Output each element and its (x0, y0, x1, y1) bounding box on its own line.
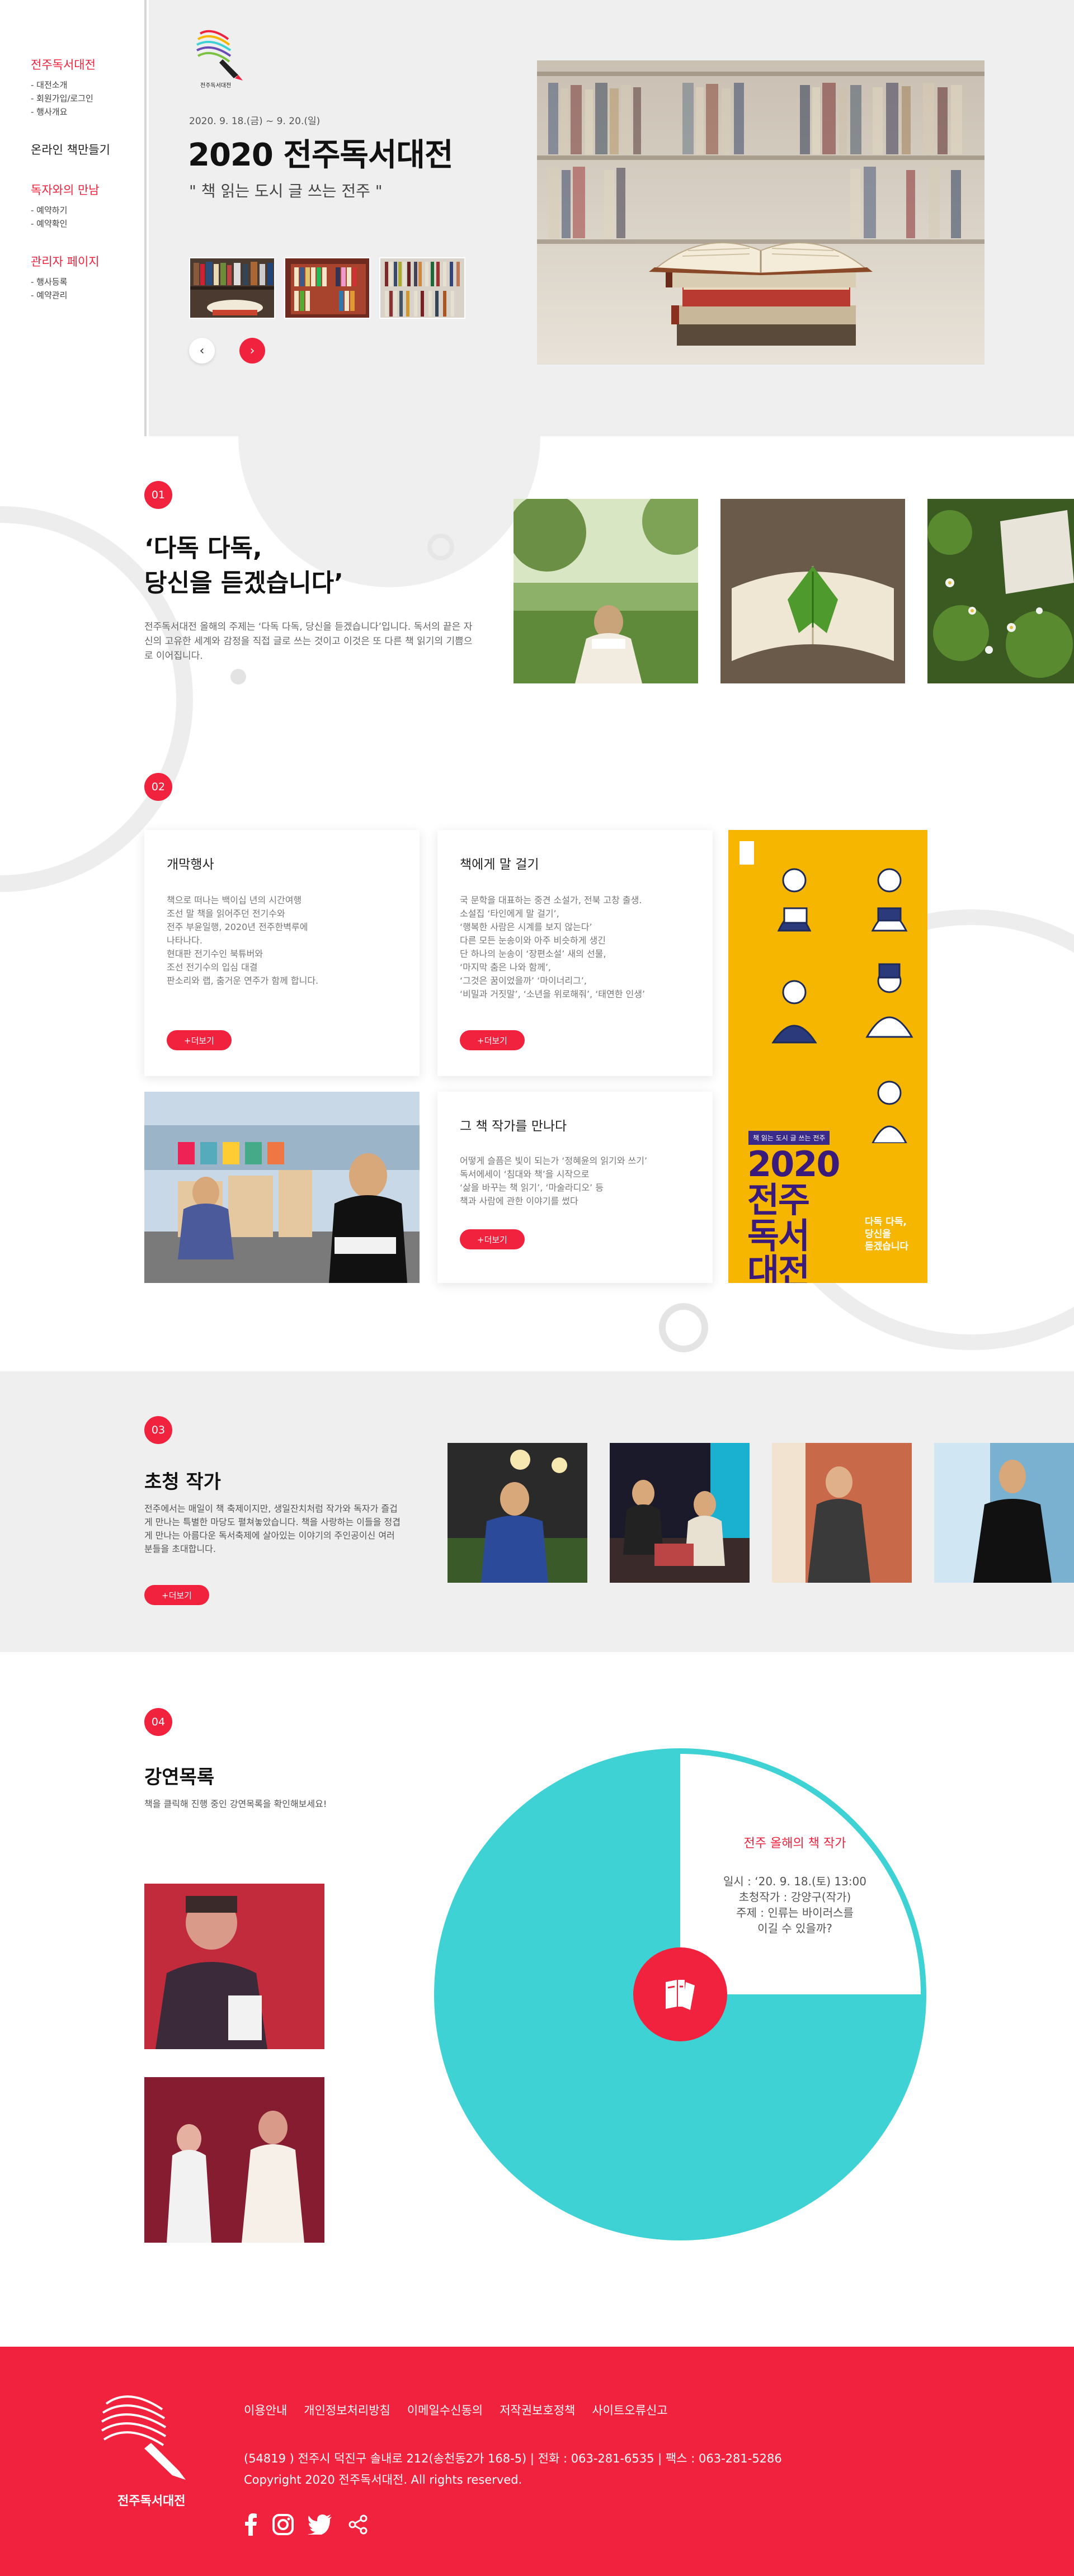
footer-link-guide[interactable]: 이용안내 (244, 2402, 287, 2418)
footer-links: 이용안내 개인정보처리방침 이메일수신동의 저작권보호정책 사이트오류신고 (244, 2402, 668, 2418)
footer: 전주독서대전 이용안내 개인정보처리방침 이메일수신동의 저작권보호정책 사이트… (0, 2347, 1074, 2576)
hero-books-image (537, 60, 984, 365)
hero-thumbnail-3[interactable] (379, 257, 465, 319)
sidebar-item-festival[interactable]: 전주독서대전 (31, 56, 96, 73)
festival-poster[interactable]: 책 읽는 도시 글 쓰는 전주 2020 전주 독서 대전 다독 다독, 당신을… (728, 830, 927, 1283)
wheel-line1: 일시 : ‘20. 9. 18.(토) 13:00 (723, 1875, 867, 1888)
footer-address: (54819 ) 전주시 덕진구 솔내로 212(송천동2가 168-5) | … (244, 2452, 782, 2465)
reading-kids-photo (144, 1092, 420, 1283)
reading-people-illustration (739, 841, 913, 1143)
section-description: 책을 클릭해 진행 중인 강연목록을 확인해보세요! (144, 1799, 327, 1809)
section-title: 초청 작가 (144, 1471, 221, 1493)
shelf-thumb-image (380, 258, 464, 318)
sidebar-item-admin[interactable]: 관리자 페이지 (31, 253, 100, 270)
wheel-line4: 이길 수 있을까? (757, 1922, 832, 1935)
logo-text: 전주독서대전 (200, 82, 231, 89)
footer-link-privacy[interactable]: 개인정보처리방침 (304, 2402, 390, 2418)
theme-description: 전주독서대전 올해의 주제는 ‘다독 다독, 당신을 듣겠습니다’입니다. 독서… (144, 621, 473, 662)
hero-section: 전주독서대전 2020. 9. 18.(금) ~ 9. 20.(일) 2020 … (149, 0, 1074, 436)
wheel-line2: 초청작가 : 강양구(작가) (738, 1890, 851, 1904)
sidebar-sub-event-register[interactable]: - 행사등록 (31, 275, 67, 289)
wheel-line3: 주제 : 인류는 바이러스를 (736, 1906, 854, 1919)
pencil-logo-icon: 전주독서대전 (196, 30, 243, 89)
slider-prev-button[interactable]: ‹ (189, 338, 215, 364)
books-icon[interactable] (657, 1973, 704, 2016)
card-text: 국 문학을 대표하는 중견 소설가, 전북 고창 출생. 소설집 ‘타인에게 말… (460, 895, 646, 999)
festival-slogan: " 책 읽는 도시 글 쓰는 전주 " (189, 182, 383, 200)
theme-photo-flowers-book (927, 499, 1074, 683)
slider-next-button[interactable]: › (239, 338, 265, 364)
card-title: 그 책 작가를 만나다 (460, 1119, 567, 1134)
section-number-badge: 03 (144, 1416, 172, 1444)
program-card-talk-to-book[interactable]: 책에게 말 걸기 국 문학을 대표하는 중견 소설가, 전북 고창 출생. 소설… (437, 830, 713, 1076)
chevron-right-icon: › (249, 343, 255, 358)
twitter-icon[interactable] (308, 2512, 332, 2537)
author-photo-3[interactable] (772, 1443, 912, 1583)
theme-title: ‘다독 다독, 당신을 듣겠습니다’ (144, 531, 343, 601)
hero-thumbnail-1[interactable] (189, 257, 275, 319)
page-title: 2020 전주독서대전 (188, 137, 453, 173)
more-button[interactable]: +더보기 (460, 1229, 525, 1249)
instagram-icon[interactable] (271, 2512, 295, 2537)
footer-logo[interactable]: 전주독서대전 (90, 2381, 201, 2510)
pencil-logo-icon (101, 2395, 186, 2480)
author-photo-2[interactable] (610, 1443, 750, 1583)
wheel-heading: 전주 올해의 책 작가 (743, 1837, 846, 1851)
sidebar-sub-reserve-check[interactable]: - 예약확인 (31, 217, 67, 230)
card-title: 개막행사 (167, 857, 214, 872)
poster-subtitle-2: 당신을 듣겠습니다 (865, 1229, 909, 1252)
card-title: 책에게 말 걸기 (460, 857, 539, 872)
theme-photo-book-leaf (720, 499, 905, 683)
poster-subtitle-1: 다독 다독, (865, 1216, 907, 1228)
chevron-left-icon: ‹ (199, 343, 205, 358)
section-title: 강연목록 (144, 1766, 215, 1789)
card-text: 어떻게 슬픔은 빛이 되는가 ‘정혜윤의 읽기와 쓰기’ 독서에세이 ‘침대와 … (460, 1155, 648, 1206)
footer-link-copyright-policy[interactable]: 저작권보호정책 (500, 2402, 575, 2418)
lecture-wheel[interactable]: 전주 올해의 책 작가 일시 : ‘20. 9. 18.(토) 13:00 초청… (434, 1748, 926, 2240)
card-text: 책으로 떠나는 백이십 년의 시간여행 조선 말 책을 읽어주던 전기수와 전주… (167, 895, 319, 986)
wheel-info: 전주 올해의 책 작가 일시 : ‘20. 9. 18.(토) 13:00 초청… (680, 1833, 910, 1936)
sidebar-sub-login[interactable]: - 회원가입/로그인 (31, 92, 93, 105)
section-number-badge: 01 (144, 481, 172, 509)
footer-logo-text: 전주독서대전 (117, 2494, 186, 2508)
festival-logo[interactable]: 전주독서대전 (189, 22, 247, 89)
more-button[interactable]: +더보기 (167, 1030, 232, 1050)
poster-tag: 책 읽는 도시 글 쓰는 전주 (748, 1131, 830, 1145)
footer-link-email-consent[interactable]: 이메일수신동의 (407, 2402, 483, 2418)
more-button[interactable]: +더보기 (144, 1585, 209, 1605)
sidebar-sub-intro[interactable]: - 대전소개 (31, 78, 67, 92)
lecture-photo-1[interactable] (144, 1884, 324, 2049)
festival-date: 2020. 9. 18.(금) ~ 9. 20.(일) (189, 116, 321, 127)
sidebar-sub-overview[interactable]: - 행사개요 (31, 105, 67, 119)
section-number-badge: 02 (144, 773, 172, 801)
program-card-meet-author[interactable]: 그 책 작가를 만나다 어떻게 슬픔은 빛이 되는가 ‘정혜윤의 읽기와 쓰기’… (437, 1092, 713, 1283)
author-photo-1[interactable] (447, 1443, 587, 1583)
section-number-badge: 04 (144, 1708, 172, 1736)
theme-title-line2: 당신을 듣겠습니다’ (144, 569, 343, 597)
facebook-icon[interactable] (238, 2512, 263, 2537)
poster-title: 2020 전주 독서 대전 (747, 1144, 841, 1284)
footer-link-report-error[interactable]: 사이트오류신고 (592, 2402, 667, 2418)
theme-title-line1: ‘다독 다독, (144, 534, 262, 563)
author-photo-4[interactable] (934, 1443, 1074, 1583)
sidebar-item-reader-meeting[interactable]: 독자와의 만남 (31, 181, 100, 198)
hero-thumbnail-2[interactable] (284, 257, 370, 319)
sidebar-sub-reserve-manage[interactable]: - 예약관리 (31, 289, 67, 302)
theme-photo-reading-girl (514, 499, 698, 683)
library-thumb-image (285, 258, 369, 318)
section-description: 전주에서는 매일이 책 축제이지만, 생일잔치처럼 작가와 독자가 즐겁게 만나… (144, 1503, 401, 1554)
sidebar: 전주독서대전 - 대전소개 - 회원가입/로그인 - 행사개요 온라인 책만들기… (0, 0, 147, 436)
bookshelf-thumb-image (190, 258, 274, 318)
program-card-opening[interactable]: 개막행사 책으로 떠나는 백이십 년의 시간여행 조선 말 책을 읽어주던 전기… (144, 830, 420, 1076)
sidebar-item-online-book[interactable]: 온라인 책만들기 (31, 141, 110, 158)
lecture-photo-2[interactable] (144, 2077, 324, 2243)
sidebar-sub-reserve[interactable]: - 예약하기 (31, 204, 67, 217)
more-button[interactable]: +더보기 (460, 1030, 525, 1050)
share-icon[interactable] (346, 2512, 370, 2537)
footer-copyright: Copyright 2020 전주독서대전. All rights reserv… (244, 2473, 522, 2487)
